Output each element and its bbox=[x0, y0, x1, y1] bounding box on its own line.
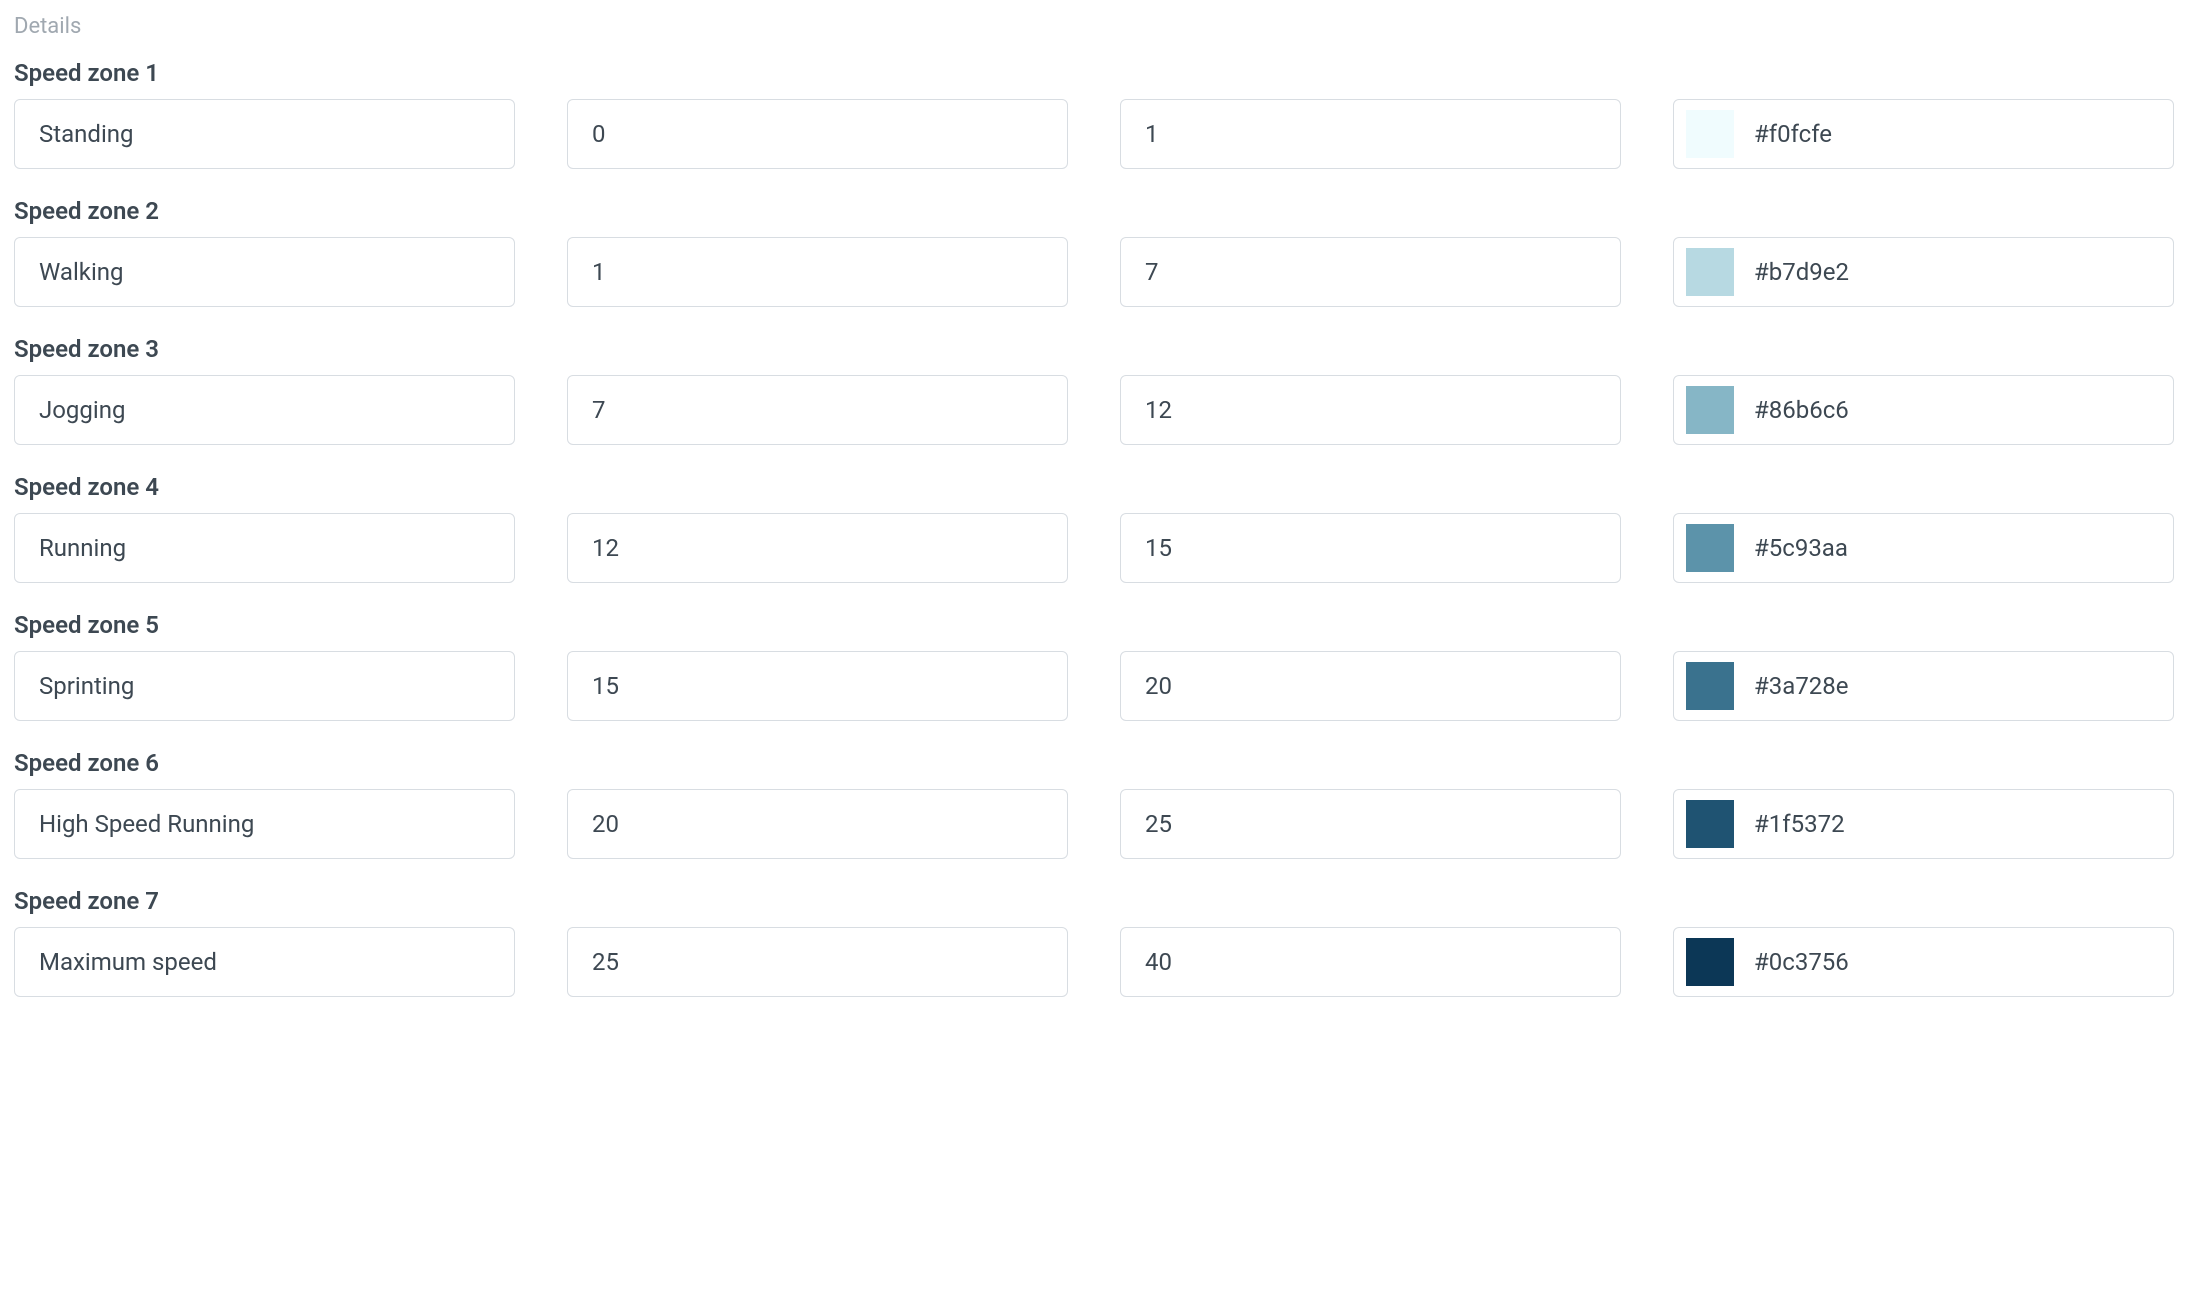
zone-max-input[interactable] bbox=[1120, 789, 1621, 859]
zone-color-field[interactable] bbox=[1673, 651, 2174, 721]
zone-group: Speed zone 1 bbox=[14, 59, 2174, 169]
zone-color-input[interactable] bbox=[1754, 948, 2161, 976]
zone-color-input[interactable] bbox=[1754, 396, 2161, 424]
zone-min-input[interactable] bbox=[567, 789, 1068, 859]
zone-color-field[interactable] bbox=[1673, 237, 2174, 307]
zone-name-input[interactable] bbox=[14, 99, 515, 169]
zone-name-input[interactable] bbox=[14, 237, 515, 307]
color-swatch[interactable] bbox=[1686, 938, 1734, 986]
zone-group: Speed zone 6 bbox=[14, 749, 2174, 859]
color-swatch[interactable] bbox=[1686, 248, 1734, 296]
zone-name-input[interactable] bbox=[14, 651, 515, 721]
zone-label: Speed zone 1 bbox=[14, 59, 2174, 87]
zone-min-input[interactable] bbox=[567, 927, 1068, 997]
zone-color-field[interactable] bbox=[1673, 927, 2174, 997]
zone-max-input[interactable] bbox=[1120, 99, 1621, 169]
zone-min-input[interactable] bbox=[567, 99, 1068, 169]
zone-group: Speed zone 3 bbox=[14, 335, 2174, 445]
zone-color-field[interactable] bbox=[1673, 789, 2174, 859]
zone-color-field[interactable] bbox=[1673, 375, 2174, 445]
zone-row bbox=[14, 375, 2174, 445]
zone-label: Speed zone 4 bbox=[14, 473, 2174, 501]
zone-color-input[interactable] bbox=[1754, 258, 2161, 286]
zone-name-input[interactable] bbox=[14, 513, 515, 583]
zone-row bbox=[14, 789, 2174, 859]
zone-max-input[interactable] bbox=[1120, 237, 1621, 307]
zone-max-input[interactable] bbox=[1120, 927, 1621, 997]
color-swatch[interactable] bbox=[1686, 524, 1734, 572]
color-swatch[interactable] bbox=[1686, 662, 1734, 710]
zone-row bbox=[14, 651, 2174, 721]
zone-row bbox=[14, 927, 2174, 997]
zone-min-input[interactable] bbox=[567, 375, 1068, 445]
section-header: Details bbox=[14, 14, 2174, 39]
zone-color-field[interactable] bbox=[1673, 513, 2174, 583]
zone-color-input[interactable] bbox=[1754, 120, 2161, 148]
zone-label: Speed zone 7 bbox=[14, 887, 2174, 915]
color-swatch[interactable] bbox=[1686, 386, 1734, 434]
zone-group: Speed zone 4 bbox=[14, 473, 2174, 583]
zone-max-input[interactable] bbox=[1120, 513, 1621, 583]
zone-group: Speed zone 7 bbox=[14, 887, 2174, 997]
zone-group: Speed zone 2 bbox=[14, 197, 2174, 307]
zone-label: Speed zone 5 bbox=[14, 611, 2174, 639]
zone-name-input[interactable] bbox=[14, 927, 515, 997]
zone-max-input[interactable] bbox=[1120, 651, 1621, 721]
zone-label: Speed zone 2 bbox=[14, 197, 2174, 225]
zone-label: Speed zone 6 bbox=[14, 749, 2174, 777]
zone-row bbox=[14, 99, 2174, 169]
zone-color-field[interactable] bbox=[1673, 99, 2174, 169]
zone-min-input[interactable] bbox=[567, 237, 1068, 307]
zone-color-input[interactable] bbox=[1754, 534, 2161, 562]
color-swatch[interactable] bbox=[1686, 800, 1734, 848]
zone-name-input[interactable] bbox=[14, 789, 515, 859]
zone-row bbox=[14, 513, 2174, 583]
zone-max-input[interactable] bbox=[1120, 375, 1621, 445]
zone-color-input[interactable] bbox=[1754, 810, 2161, 838]
zone-color-input[interactable] bbox=[1754, 672, 2161, 700]
zone-label: Speed zone 3 bbox=[14, 335, 2174, 363]
zone-min-input[interactable] bbox=[567, 513, 1068, 583]
zone-group: Speed zone 5 bbox=[14, 611, 2174, 721]
zone-row bbox=[14, 237, 2174, 307]
zone-name-input[interactable] bbox=[14, 375, 515, 445]
color-swatch[interactable] bbox=[1686, 110, 1734, 158]
zone-min-input[interactable] bbox=[567, 651, 1068, 721]
